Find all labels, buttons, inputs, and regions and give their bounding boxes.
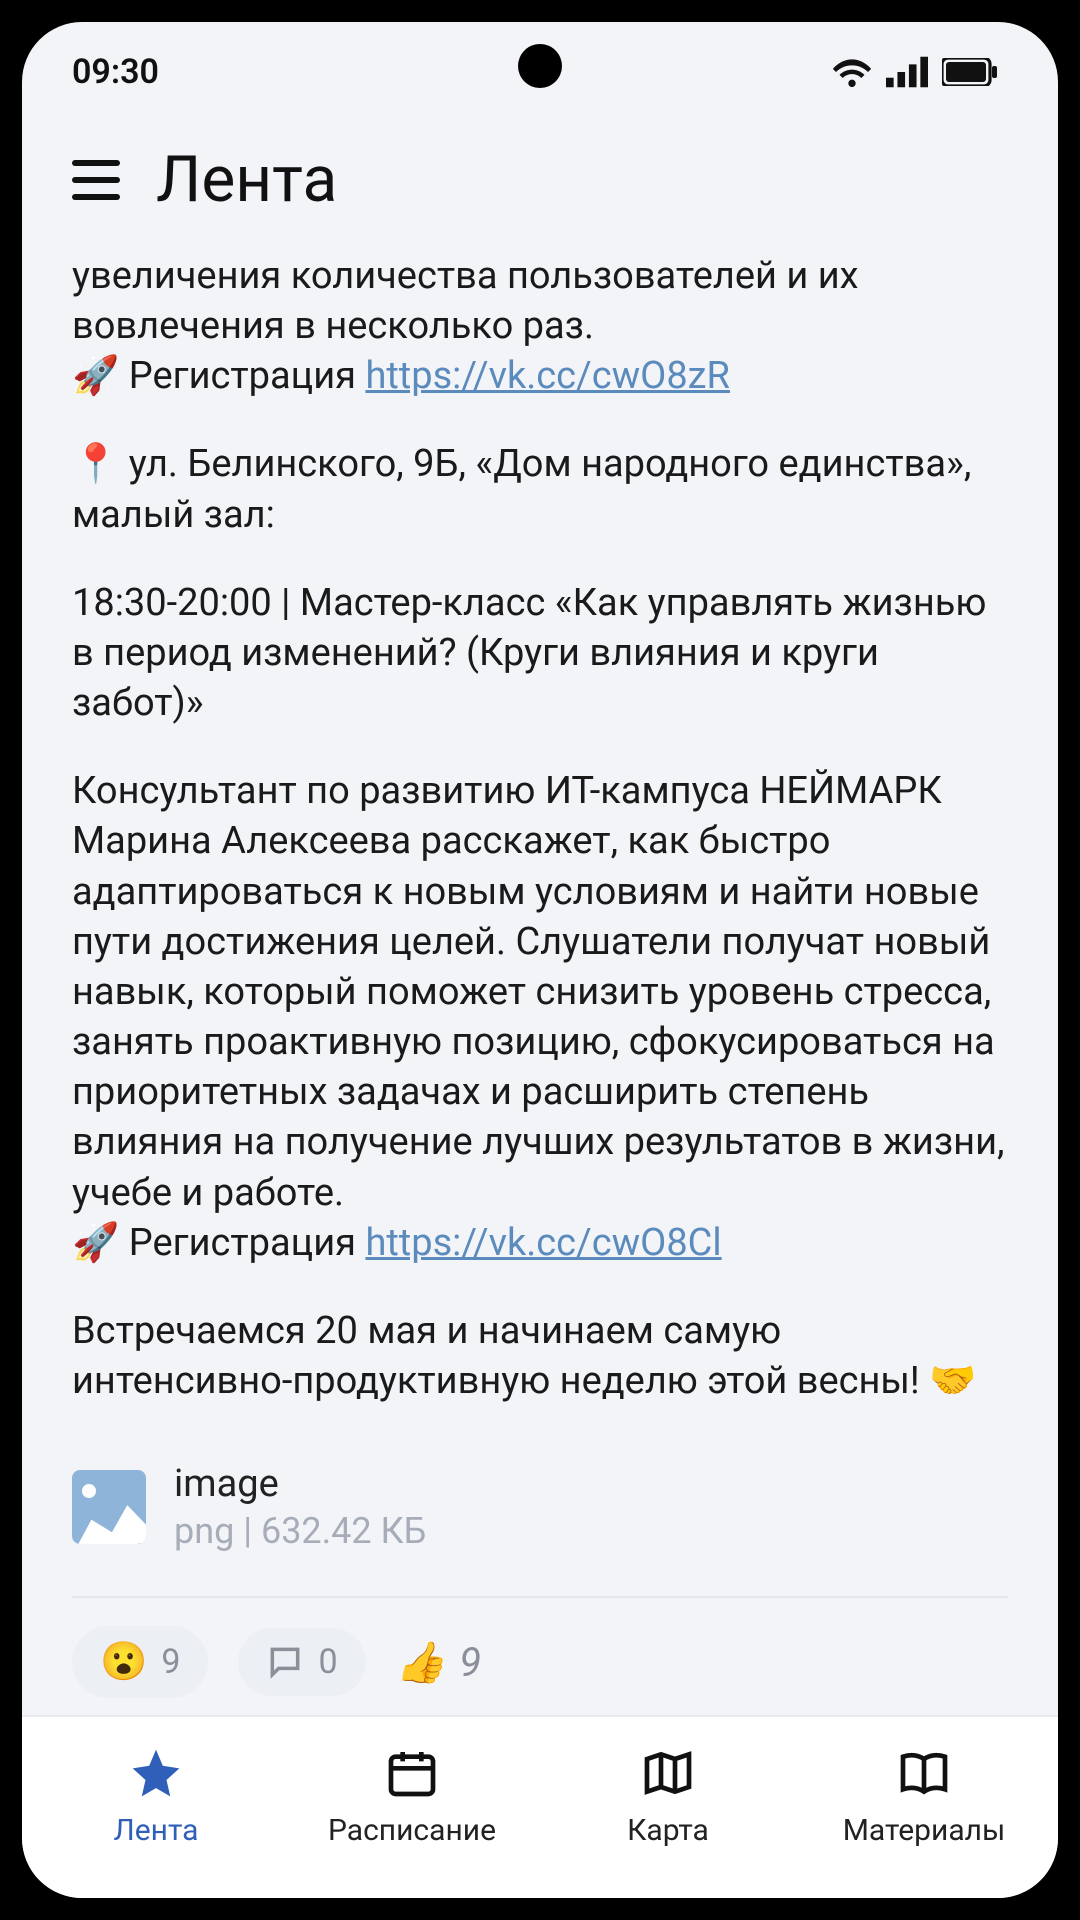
like-count: 9 bbox=[459, 1639, 481, 1686]
comment-icon bbox=[266, 1643, 304, 1681]
reaction-like[interactable]: 👍 9 bbox=[396, 1639, 482, 1686]
nav-map[interactable]: Карта bbox=[568, 1745, 768, 1848]
nav-materials[interactable]: Материалы bbox=[824, 1745, 1024, 1848]
calendar-icon bbox=[384, 1745, 440, 1801]
nav-materials-label: Материалы bbox=[843, 1813, 1006, 1848]
post-body: увеличения количества пользователей и их… bbox=[72, 251, 1008, 1406]
svg-text:5G: 5G bbox=[913, 56, 928, 58]
reg-prefix-2: 🚀 Регистрация bbox=[72, 1221, 365, 1265]
phone-frame: 09:30 5G Лента увеличения количества пол… bbox=[0, 0, 1080, 1920]
nav-feed[interactable]: Лента bbox=[56, 1745, 256, 1848]
star-icon bbox=[128, 1745, 184, 1801]
battery-icon bbox=[942, 58, 998, 86]
attachment[interactable]: image png | 632.42 КБ bbox=[72, 1462, 1008, 1590]
comment-count: 0 bbox=[318, 1642, 337, 1682]
app-header: Лента bbox=[22, 122, 1058, 251]
post-closing: Встречаемся 20 мая и начинаем самую инте… bbox=[72, 1306, 1008, 1406]
thumbs-up-icon: 👍 bbox=[396, 1639, 446, 1686]
nav-map-label: Карта bbox=[627, 1813, 709, 1848]
nav-schedule-label: Расписание bbox=[328, 1813, 496, 1848]
feed-content[interactable]: увеличения количества пользователей и их… bbox=[22, 251, 1058, 1715]
post-line: увеличения количества пользователей и их… bbox=[72, 254, 858, 348]
image-file-icon bbox=[72, 1470, 146, 1544]
comments-button[interactable]: 0 bbox=[238, 1628, 365, 1696]
status-indicators: 5G bbox=[832, 56, 998, 88]
status-time: 09:30 bbox=[72, 52, 159, 92]
divider bbox=[72, 1596, 1008, 1598]
book-icon bbox=[896, 1745, 952, 1801]
reaction-surprise[interactable]: 😮 9 bbox=[72, 1626, 208, 1698]
reactions-row: 😮 9 0 👍 9 bbox=[72, 1626, 1008, 1715]
reg-prefix-1: 🚀 Регистрация bbox=[72, 354, 365, 398]
registration-link-1[interactable]: https://vk.cc/cwO8zR bbox=[365, 354, 730, 398]
surprise-count: 9 bbox=[161, 1642, 180, 1682]
registration-link-2[interactable]: https://vk.cc/cwO8Cl bbox=[365, 1221, 721, 1265]
page-title: Лента bbox=[156, 142, 337, 217]
attachment-title: image bbox=[174, 1462, 426, 1506]
location-line: 📍 ул. Белинского, 9Б, «Дом народного еди… bbox=[72, 439, 1008, 539]
nav-schedule[interactable]: Расписание bbox=[312, 1745, 512, 1848]
nav-feed-label: Лента bbox=[114, 1813, 199, 1848]
event-line: 18:30-20:00 | Мастер-класс «Как управлят… bbox=[72, 578, 1008, 728]
screen: 09:30 5G Лента увеличения количества пол… bbox=[22, 22, 1058, 1898]
map-icon bbox=[640, 1745, 696, 1801]
menu-button[interactable] bbox=[72, 160, 120, 200]
bottom-nav: Лента Расписание Карта Материалы bbox=[22, 1715, 1058, 1898]
signal-icon: 5G bbox=[886, 56, 928, 88]
attachment-subtitle: png | 632.42 КБ bbox=[174, 1510, 426, 1552]
post-description: Консультант по развитию ИТ-кампуса НЕЙМА… bbox=[72, 766, 1008, 1217]
surprise-emoji-icon: 😮 bbox=[100, 1640, 147, 1684]
wifi-icon bbox=[832, 56, 872, 88]
camera-notch bbox=[518, 44, 562, 88]
